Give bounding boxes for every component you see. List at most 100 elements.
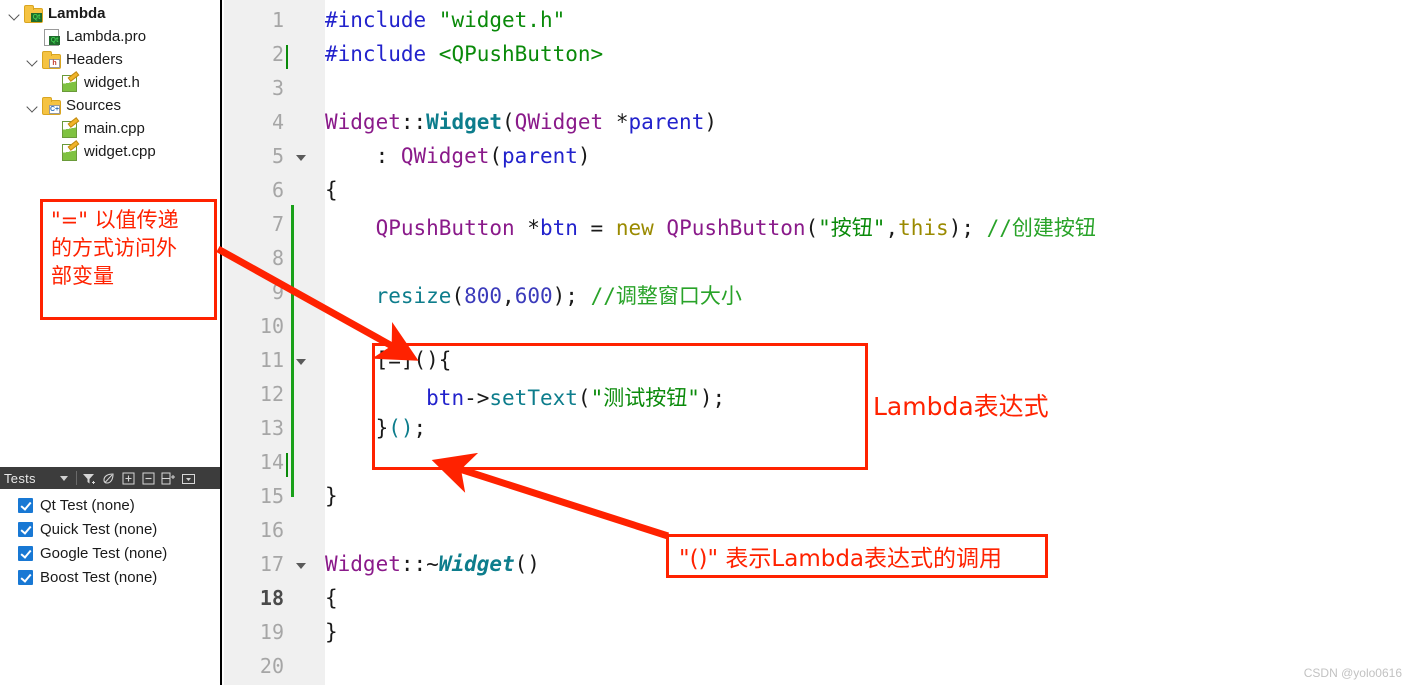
chevron-down-icon[interactable]: [26, 53, 40, 67]
code-token: :: [325, 144, 401, 168]
checkbox-checked-icon[interactable]: [18, 545, 33, 561]
code-token: #include: [325, 8, 439, 32]
code-line[interactable]: }: [325, 484, 338, 508]
test-list-item[interactable]: Quick Test (none): [0, 517, 220, 541]
code-token: "按钮": [818, 216, 886, 240]
code-line[interactable]: }: [325, 620, 338, 644]
annotation-note-line: "=" 以值传递: [51, 208, 179, 232]
qt-project-folder-icon: Qt: [24, 5, 43, 23]
split-pane-icon[interactable]: [159, 468, 179, 488]
fold-toggle-icon[interactable]: [296, 359, 306, 365]
line-number: 14: [259, 450, 284, 474]
line-number: 9: [271, 280, 284, 304]
fold-toggle-icon[interactable]: [296, 563, 306, 569]
code-token: #include: [325, 42, 439, 66]
annotation-box-lambda-expression: [372, 343, 868, 470]
code-token: }: [325, 484, 338, 508]
line-number: 16: [259, 518, 284, 542]
code-line[interactable]: Widget::Widget(QWidget *parent): [325, 110, 717, 134]
code-line[interactable]: {: [325, 586, 338, 610]
line-number: 4: [271, 110, 284, 134]
checkbox-checked-icon[interactable]: [18, 521, 33, 537]
annotation-invocation-text: "()" 表示Lambda表达式的调用: [679, 546, 1003, 572]
code-line[interactable]: Widget::~Widget(): [325, 552, 540, 576]
tests-panel-title: Tests: [4, 470, 36, 486]
code-token: this: [898, 216, 949, 240]
code-token: );: [552, 284, 591, 308]
code-token: parent: [502, 144, 578, 168]
expand-all-icon[interactable]: [119, 468, 139, 488]
code-token: (): [514, 552, 540, 576]
tree-item-headers[interactable]: h Headers: [0, 48, 220, 71]
code-token: btn: [539, 216, 578, 240]
line-number: 2: [271, 42, 284, 66]
options-dropdown-icon[interactable]: [179, 468, 199, 488]
tree-item-main-cpp[interactable]: main.cpp: [0, 117, 220, 140]
change-indicator-bar: [291, 205, 294, 497]
code-line[interactable]: #include <QPushButton>: [325, 42, 603, 66]
code-token: {: [325, 178, 338, 202]
code-line[interactable]: QPushButton *btn = new QPushButton("按钮",…: [325, 212, 1096, 242]
watermark: CSDN @yolo0616: [1303, 666, 1402, 680]
fold-toggle-icon[interactable]: [296, 155, 306, 161]
line-number: 13: [259, 416, 284, 440]
test-list-item-label: Google Test (none): [40, 544, 168, 562]
tree-item-lambda-pro[interactable]: Qt Lambda.pro: [0, 25, 220, 48]
tree-item-lambda[interactable]: Qt Lambda: [0, 2, 220, 25]
filter-icon[interactable]: [79, 468, 99, 488]
code-line[interactable]: resize(800,600); //调整窗口大小: [325, 280, 742, 310]
chevron-down-icon[interactable]: [8, 7, 22, 21]
chevron-down-icon[interactable]: [26, 99, 40, 113]
tree-item-widget-h[interactable]: widget.h: [0, 71, 220, 94]
code-token: 600: [514, 284, 553, 308]
toolbar-divider: [75, 471, 77, 485]
code-token: ): [577, 144, 591, 168]
test-list-item[interactable]: Google Test (none): [0, 541, 220, 565]
tree-item-label: Lambda: [48, 5, 106, 22]
code-token: {: [325, 586, 338, 610]
code-token: (: [489, 144, 503, 168]
code-token: =: [577, 216, 616, 240]
code-token: resize: [375, 284, 452, 308]
code-token: //创建按钮: [986, 216, 1096, 240]
test-list-item[interactable]: Boost Test (none): [0, 565, 220, 589]
code-line[interactable]: #include "widget.h": [325, 8, 565, 32]
annotation-box-capture-by-value: "=" 以值传递 的方式访问外 部变量: [40, 199, 217, 320]
code-token: Widget: [325, 110, 401, 134]
code-token: ::: [400, 110, 427, 134]
leaf-icon[interactable]: [99, 468, 119, 488]
qt-pro-file-icon: Qt: [42, 28, 60, 46]
collapse-all-icon[interactable]: [139, 468, 159, 488]
line-number: 10: [259, 314, 284, 338]
text-cursor: [286, 45, 288, 69]
code-token: 800: [464, 284, 503, 308]
chevron-down-icon[interactable]: [54, 468, 74, 488]
screenshot-root: Qt Lambda Qt Lambda.pro h Headers widget.h C+ So…: [0, 0, 1410, 685]
checkbox-checked-icon[interactable]: [18, 497, 33, 513]
headers-folder-icon: h: [42, 51, 61, 69]
code-line[interactable]: {: [325, 178, 338, 202]
checkbox-checked-icon[interactable]: [18, 569, 33, 585]
tree-item-label: widget.cpp: [84, 143, 156, 160]
tree-item-sources[interactable]: C+ Sources: [0, 94, 220, 117]
tests-list[interactable]: Qt Test (none) Quick Test (none) Google Te…: [0, 489, 220, 685]
code-line[interactable]: : QWidget(parent): [325, 144, 591, 168]
tree-item-label: Headers: [66, 51, 123, 68]
tests-panel-header: Tests: [0, 467, 220, 489]
line-number: 11: [259, 348, 284, 372]
line-number: 19: [259, 620, 284, 644]
annotation-label-lambda: Lambda表达式: [873, 392, 1049, 421]
code-token: new: [615, 216, 654, 240]
tree-item-widget-cpp[interactable]: widget.cpp: [0, 140, 220, 163]
editor-gutter: [224, 0, 325, 685]
test-list-item[interactable]: Qt Test (none): [0, 493, 220, 517]
line-number: 12: [259, 382, 284, 406]
code-token: ): [704, 110, 717, 134]
test-list-item-label: Quick Test (none): [40, 520, 158, 538]
